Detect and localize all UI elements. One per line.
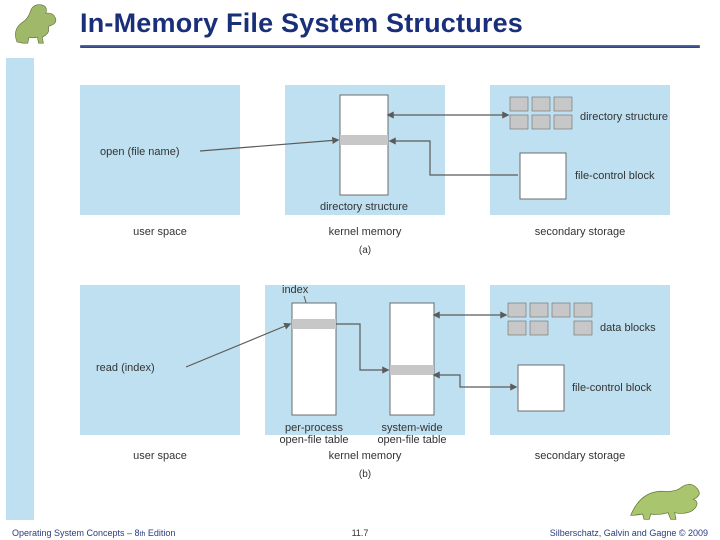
footer-left: Operating System Concepts – 8th Edition [12, 528, 175, 538]
label-b-read: read (index) [96, 362, 155, 374]
label-a-open: open (file name) [100, 146, 180, 158]
footer-page: 11.7 [352, 528, 369, 538]
box-b-fcb [518, 365, 564, 411]
title-underline [80, 45, 700, 48]
col-b-kernel: kernel memory [329, 450, 402, 462]
label-b-perproc-1: per-process [285, 422, 344, 434]
panel-b-user [80, 285, 240, 435]
label-a-fcb: file-control block [575, 170, 655, 182]
label-b-fcb: file-control block [572, 382, 652, 394]
col-a-user: user space [133, 226, 187, 238]
caption-a: (a) [359, 245, 371, 256]
col-b-user: user space [133, 450, 187, 462]
footer-right: Silberschatz, Galvin and Gagne © 2009 [550, 528, 708, 538]
dinosaur-logo-right [628, 482, 708, 522]
footer-left-b: Edition [145, 528, 175, 538]
label-b-syswide-2: open-file table [377, 434, 446, 446]
box-a-fcb [520, 153, 566, 199]
col-b-secondary: secondary storage [535, 450, 626, 462]
diagram-svg: open (file name) directory structure dir… [60, 70, 696, 500]
col-a-secondary: secondary storage [535, 226, 626, 238]
label-a-dir-right: directory structure [580, 111, 668, 123]
col-a-kernel: kernel memory [329, 226, 402, 238]
label-b-data: data blocks [600, 322, 656, 334]
dinosaur-logo-left [10, 0, 72, 48]
footer: Operating System Concepts – 8th Edition … [0, 528, 720, 538]
band-b-syswide [390, 365, 434, 375]
band-a-dir-struct [340, 135, 388, 145]
footer-left-a: Operating System Concepts – 8 [12, 528, 140, 538]
label-a-dir-struct: directory structure [320, 201, 408, 213]
caption-b: (b) [359, 469, 371, 480]
band-b-perproc [292, 319, 336, 329]
slide-title: In-Memory File System Structures [80, 8, 700, 39]
diagram-stage: open (file name) directory structure dir… [60, 70, 696, 500]
box-b-syswide [390, 303, 434, 415]
label-b-perproc-2: open-file table [279, 434, 348, 446]
label-b-syswide-1: system-wide [381, 422, 442, 434]
slide-accent-bar [6, 58, 34, 520]
label-b-index: index [282, 284, 309, 296]
